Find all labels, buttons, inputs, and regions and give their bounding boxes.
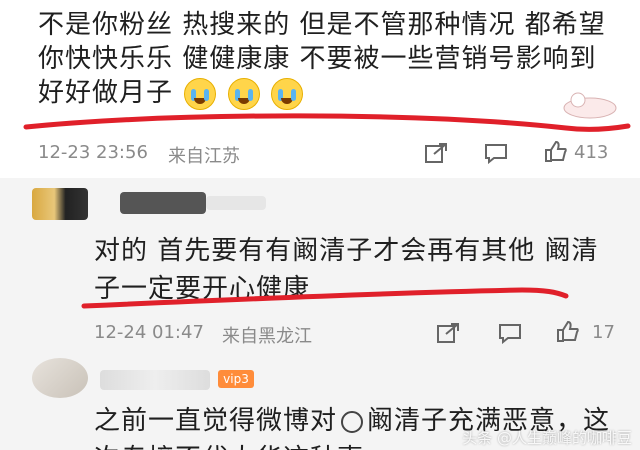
comment-card-2: 对的 首先要有有阚清子才会再有其他 阚清 子一定要开心健康 12-24 01:4… <box>0 178 640 348</box>
username-redacted-tail <box>206 196 266 210</box>
sticker-icon <box>563 92 617 119</box>
comment-text-pre: 之前一直觉得微博对 <box>94 406 338 436</box>
comment-text-line-3: 好好做月子 <box>38 72 303 110</box>
comment-card-1: 不是你粉丝 热搜来的 但是不管那种情况 都希望 你快快乐乐 健健康康 不要被一些… <box>0 0 640 178</box>
crying-emoji-icon <box>227 77 260 110</box>
comment-text-line-3-text: 好好做月子 <box>38 78 174 108</box>
like-count: 17 <box>592 322 615 343</box>
comment-timestamp: 12-23 23:56 <box>38 142 148 163</box>
avatar[interactable] <box>32 358 88 398</box>
comment-text-line-2: 你快快乐乐 健健康康 不要被一些营销号影响到 <box>38 44 597 74</box>
search-icon[interactable] <box>341 410 364 433</box>
avatar[interactable] <box>32 188 88 220</box>
like-icon[interactable] <box>544 140 568 162</box>
username-redacted <box>100 370 210 390</box>
share-icon[interactable] <box>436 322 460 344</box>
comment-icon[interactable] <box>484 142 508 164</box>
like-count: 413 <box>574 142 609 163</box>
like-icon[interactable] <box>556 320 580 342</box>
crying-emoji-icon <box>270 77 303 110</box>
crying-emoji-icon <box>184 77 217 110</box>
share-icon[interactable] <box>424 142 448 164</box>
comment-icon[interactable] <box>498 322 522 344</box>
comment-text-line-1: 对的 首先要有有阚清子才会再有其他 阚清 <box>94 236 599 266</box>
watermark: 头条 @人生巅峰的咖啡豆 <box>462 429 632 447</box>
comment-text-line-1: 不是你粉丝 热搜来的 但是不管那种情况 都希望 <box>38 10 606 40</box>
username-redacted <box>120 192 206 214</box>
comment-text-line-2-cut: 次专接不代大华这种事 <box>94 438 364 450</box>
vip-badge: vip3 <box>218 370 254 388</box>
comment-timestamp: 12-24 01:47 <box>94 322 204 343</box>
comment-text-line-2: 子一定要开心健康 <box>94 274 311 304</box>
comment-location: 来自江苏 <box>168 146 240 167</box>
comment-location: 来自黑龙江 <box>222 326 312 347</box>
